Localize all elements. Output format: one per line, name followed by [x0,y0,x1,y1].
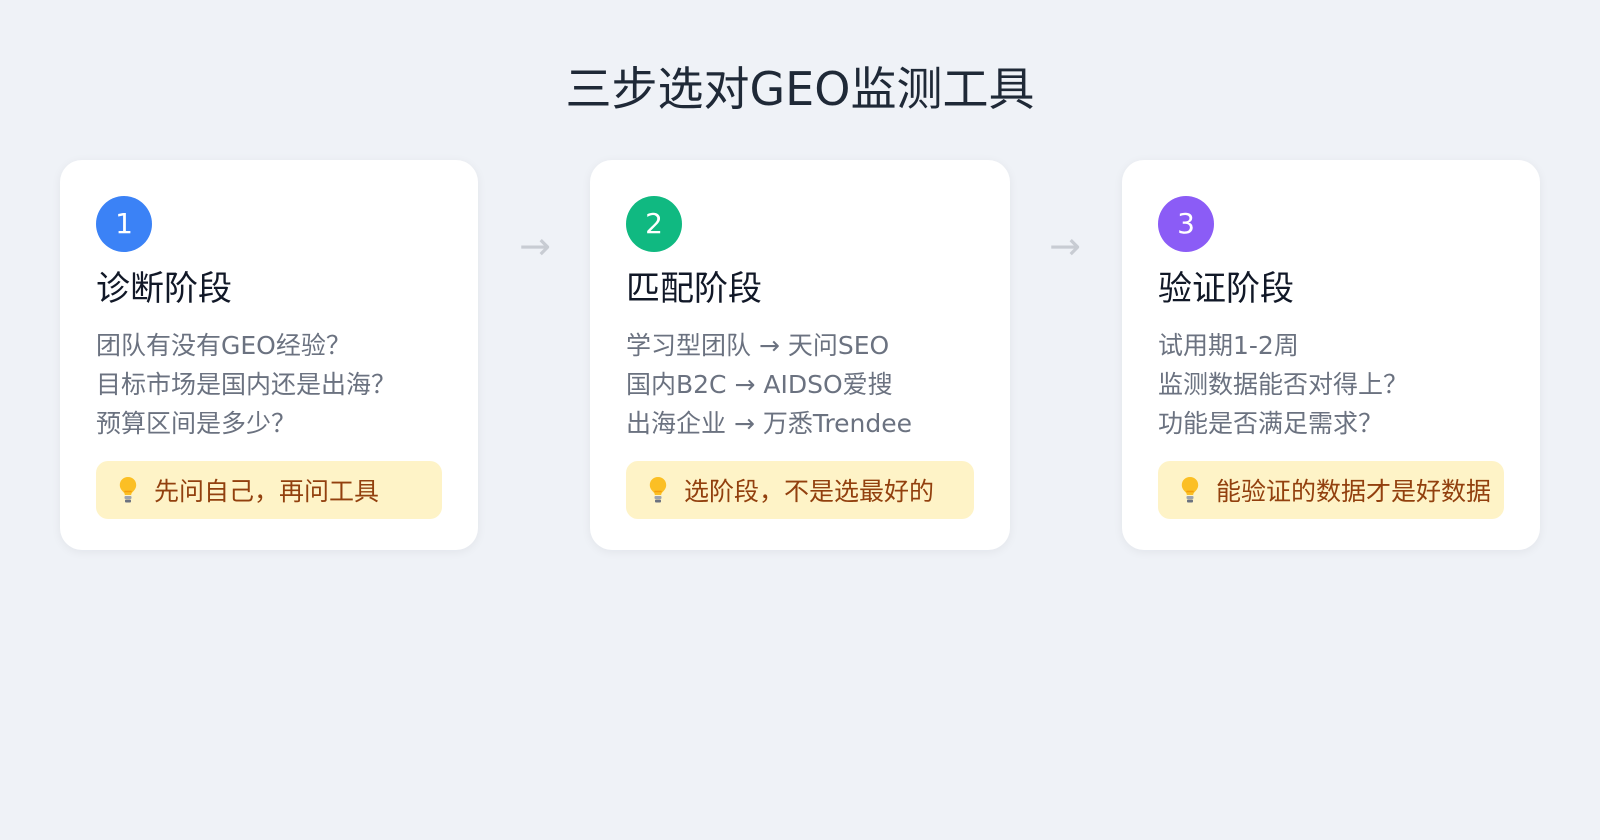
right-arrow-icon: → [519,224,551,268]
step-number-badge: 3 [1158,196,1214,252]
step-title: 验证阶段 [1158,269,1294,309]
lightbulb-icon [649,477,667,503]
page-title: 三步选对GEO监测工具 [565,62,1035,116]
step-card-matching: 2 匹配阶段 学习型团队 → 天问SEO 国内B2C → AIDSO爱搜 出海企… [590,160,1010,550]
step-number-badge: 2 [626,196,682,252]
step-check: 试用期1-2周 [1158,331,1299,360]
step-recommendation: 出海企业 → 万悉Trendee [626,409,913,438]
step-title: 匹配阶段 [626,269,762,309]
right-arrow-icon: → [1049,224,1081,268]
tip-text: 先问自己，再问工具 [154,477,380,506]
step-question: 团队有没有GEO经验？ [96,331,351,360]
step-check-list: 试用期1-2周 监测数据能否对得上？ 功能是否满足需求？ [1158,326,1504,443]
step-check: 功能是否满足需求？ [1158,409,1384,438]
step-question: 预算区间是多少？ [96,409,297,438]
step-question-list: 团队有没有GEO经验？ 目标市场是国内还是出海？ 预算区间是多少？ [96,326,442,443]
step-number-badge: 1 [96,196,152,252]
step-recommendation: 国内B2C → AIDSO爱搜 [626,370,893,399]
tip-box: 能验证的数据才是好数据 [1158,461,1504,519]
lightbulb-icon [1181,477,1199,503]
tip-text: 能验证的数据才是好数据 [1216,477,1492,506]
lightbulb-icon [119,477,137,503]
step-card-diagnosis: 1 诊断阶段 团队有没有GEO经验？ 目标市场是国内还是出海？ 预算区间是多少？… [60,160,478,550]
tip-box: 先问自己，再问工具 [96,461,442,519]
step-question: 目标市场是国内还是出海？ [96,370,397,399]
step-card-verification: 3 验证阶段 试用期1-2周 监测数据能否对得上？ 功能是否满足需求？ 能验证的… [1122,160,1540,550]
step-title: 诊断阶段 [96,269,232,309]
step-recommendation: 学习型团队 → 天问SEO [626,331,890,360]
tip-box: 选阶段，不是选最好的 [626,461,974,519]
step-recommendation-list: 学习型团队 → 天问SEO 国内B2C → AIDSO爱搜 出海企业 → 万悉T… [626,326,974,443]
tip-text: 选阶段，不是选最好的 [684,477,935,506]
step-check: 监测数据能否对得上？ [1158,370,1409,399]
